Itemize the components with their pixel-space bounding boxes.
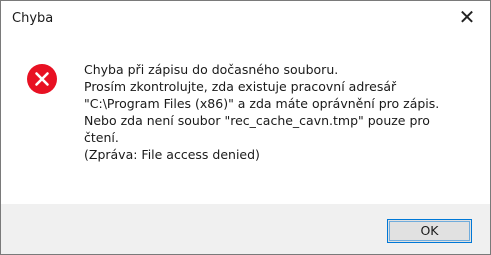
title-bar: Chyba ✕ (1, 1, 490, 33)
message-line: Prosím zkontrolujte, zda existuje pracov… (84, 79, 397, 94)
close-icon: ✕ (458, 5, 476, 29)
message-line: (Zpráva: File access denied) (84, 147, 260, 162)
message-line: Chyba při zápisu do dočasného souboru. (84, 62, 339, 77)
message-line: čtení. (84, 130, 119, 145)
close-button[interactable]: ✕ (444, 1, 490, 33)
window-title: Chyba (12, 11, 54, 26)
message-line: Nebo zda není soubor "rec_cache_cavn.tmp… (84, 113, 430, 128)
ok-button[interactable]: OK (387, 219, 472, 243)
message-line: "C:\Program Files (x86)" a zda máte oprá… (84, 96, 440, 111)
error-message: Chyba při zápisu do dočasného souboru. P… (84, 61, 484, 163)
error-icon (27, 64, 57, 94)
button-bar: OK (1, 204, 490, 254)
dialog-content: Chyba při zápisu do dočasného souboru. P… (1, 33, 490, 205)
error-dialog: Chyba ✕ Chyba při zápisu do dočasného so… (0, 0, 491, 255)
